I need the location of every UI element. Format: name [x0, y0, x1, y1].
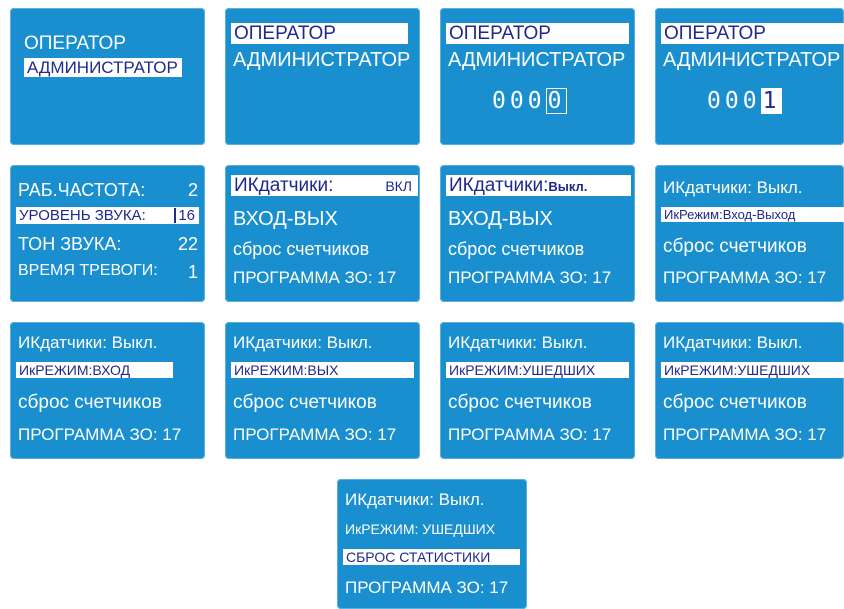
screen-12-ir-mode-gone: ИКдатчики: Выкл. ИкРЕЖИМ:УШЕДШИХ сброс с…: [655, 322, 844, 459]
setting-sound-level[interactable]: УРОВЕНЬ ЗВУКА: 16: [16, 207, 199, 224]
pin-digit-1: 0: [707, 88, 725, 114]
menu-item-ir-mode[interactable]: ИкРЕЖИМ:ВХОД: [16, 362, 173, 378]
menu-item-ir-mode[interactable]: ИкРЕЖИМ:ВЫХ: [231, 362, 414, 378]
pin-digit-3: 0: [742, 88, 761, 114]
menu-item-reset-counters[interactable]: сброс счетчиков: [663, 393, 807, 412]
menu-item-program[interactable]: ПРОГРАММА ЗО: 17: [448, 426, 611, 443]
menu-item-administrator[interactable]: АДМИНИСТРАТОР: [233, 50, 410, 70]
menu-item-program[interactable]: ПРОГРАММА ЗО: 17: [663, 269, 826, 286]
ir-label: ИКдатчики:: [234, 175, 334, 196]
setting-value: 22: [177, 234, 198, 254]
setting-label: ТОН ЗВУКА:: [18, 234, 122, 254]
menu-item-ir-mode[interactable]: ИкРЕЖИМ:УШЕДШИХ: [661, 362, 844, 378]
menu-item-reset-counters[interactable]: сброс счетчиков: [18, 393, 162, 412]
menu-item-program[interactable]: ПРОГРАММА ЗО: 17: [233, 426, 396, 443]
menu-item-ir-mode[interactable]: ИкРЕЖИМ:УШЕДШИХ: [446, 362, 629, 378]
menu-item-operator[interactable]: ОПЕРАТОР: [446, 23, 629, 44]
menu-item-operator[interactable]: ОПЕРАТОР: [231, 23, 408, 44]
screen-6-ir-sensors: ИКдатчики: ВКЛ ВХОД-ВЫХ сброс счетчиков …: [225, 165, 420, 302]
menu-item-ir-sensors[interactable]: ИКдатчики: Выкл.: [663, 334, 802, 351]
pin-digit-2: 0: [509, 88, 528, 114]
ir-value: ВКЛ: [385, 178, 412, 194]
pin-code[interactable]: 0000: [492, 88, 568, 115]
menu-item-reset-counters[interactable]: сброс счетчиков: [233, 393, 377, 412]
pin-digit-3: 0: [527, 88, 546, 114]
screen-9-ir-mode-in: ИКдатчики: Выкл. ИкРЕЖИМ:ВХОД сброс счет…: [10, 322, 205, 459]
setting-label: РАБ.ЧАСТОТА:: [18, 180, 146, 200]
setting-value: 16: [174, 208, 195, 223]
menu-item-ir-mode[interactable]: ИкРежим:Вход-Выход: [661, 207, 844, 222]
menu-item-io-mode[interactable]: ВХОД-ВЫХ: [448, 209, 553, 229]
screen-8-ir-mode: ИКдатчики: Выкл. ИкРежим:Вход-Выход сбро…: [655, 165, 844, 302]
setting-alarm-time[interactable]: ВРЕМЯ ТРЕВОГИ: 1: [18, 262, 198, 282]
menu-item-ir-sensors[interactable]: ИКдатчики: ВКЛ: [231, 175, 418, 196]
setting-work-frequency[interactable]: РАБ.ЧАСТОТА: 2: [18, 181, 198, 199]
menu-item-program[interactable]: ПРОГРАММА ЗО: 17: [663, 426, 826, 443]
menu-item-administrator[interactable]: АДМИНИСТРАТОР: [24, 58, 182, 77]
menu-item-ir-sensors[interactable]: ИКдатчики: Выкл.: [18, 334, 157, 351]
setting-value: 2: [187, 180, 198, 200]
screen-3-pin-entry: ОПЕРАТОР АДМИНИСТРАТОР 0000: [440, 8, 635, 145]
menu-item-operator[interactable]: ОПЕРАТОР: [24, 34, 126, 53]
menu-item-operator[interactable]: ОПЕРАТОР: [661, 23, 844, 44]
menu-item-ir-sensors[interactable]: ИКдатчики: Выкл.: [345, 491, 484, 508]
menu-item-ir-mode[interactable]: ИкРЕЖИМ: УШЕДШИХ: [345, 522, 495, 536]
screen-10-ir-mode-out: ИКдатчики: Выкл. ИкРЕЖИМ:ВЫХ сброс счетч…: [225, 322, 420, 459]
menu-item-reset-counters[interactable]: сброс счетчиков: [448, 240, 584, 258]
menu-item-program[interactable]: ПРОГРАММА ЗО: 17: [448, 269, 611, 286]
screen-5-sound-settings: РАБ.ЧАСТОТА: 2 УРОВЕНЬ ЗВУКА: 16 ТОН ЗВУ…: [10, 165, 205, 302]
setting-value: 1: [187, 262, 198, 282]
menu-item-ir-sensors[interactable]: ИКдатчики: Выкл.: [663, 179, 802, 196]
screen-2-role-select: ОПЕРАТОР АДМИНИСТРАТОР: [225, 8, 420, 145]
menu-item-administrator[interactable]: АДМИНИСТРАТОР: [663, 50, 840, 70]
pin-digit-1: 0: [492, 88, 510, 114]
pin-digit-2: 0: [724, 88, 743, 114]
menu-item-program[interactable]: ПРОГРАММА ЗО: 17: [345, 579, 508, 596]
menu-item-ir-sensors[interactable]: ИКдатчики: Выкл.: [233, 334, 372, 351]
menu-item-administrator[interactable]: АДМИНИСТРАТОР: [448, 50, 625, 70]
setting-label: ВРЕМЯ ТРЕВОГИ:: [18, 262, 158, 279]
menu-item-reset-counters[interactable]: сброс счетчиков: [233, 240, 369, 258]
screen-7-ir-sensors: ИКдатчики:Выкл. ВХОД-ВЫХ сброс счетчиков…: [440, 165, 635, 302]
menu-item-ir-sensors[interactable]: ИКдатчики: Выкл.: [448, 334, 587, 351]
pin-code[interactable]: 0001: [707, 88, 783, 115]
screen-11-ir-mode-gone: ИКдатчики: Выкл. ИкРЕЖИМ:УШЕДШИХ сброс с…: [440, 322, 635, 459]
screen-13-reset-statistics: ИКдатчики: Выкл. ИкРЕЖИМ: УШЕДШИХ СБРОС …: [337, 479, 527, 609]
menu-item-reset-counters[interactable]: сброс счетчиков: [448, 393, 592, 412]
pin-digit-4-cursor[interactable]: 0: [545, 88, 568, 115]
pin-digit-4-cursor[interactable]: 1: [760, 88, 783, 115]
menu-item-reset-counters[interactable]: сброс счетчиков: [663, 237, 807, 256]
menu-item-program[interactable]: ПРОГРАММА ЗО: 17: [233, 269, 396, 286]
screen-4-pin-entry: ОПЕРАТОР АДМИНИСТРАТОР 0001: [655, 8, 844, 145]
setting-label: УРОВЕНЬ ЗВУКА:: [19, 207, 146, 224]
menu-item-program[interactable]: ПРОГРАММА ЗО: 17: [18, 426, 181, 443]
ir-value: Выкл.: [548, 179, 588, 194]
setting-sound-tone[interactable]: ТОН ЗВУКА: 22: [18, 235, 198, 253]
ir-label: ИКдатчики:: [449, 175, 549, 196]
menu-item-io-mode[interactable]: ВХОД-ВЫХ: [233, 209, 338, 229]
screen-1-role-select: ОПЕРАТОР АДМИНИСТРАТОР: [10, 8, 205, 145]
menu-item-reset-statistics[interactable]: СБРОС СТАТИСТИКИ: [343, 549, 520, 565]
menu-item-ir-sensors[interactable]: ИКдатчики:Выкл.: [446, 175, 631, 196]
